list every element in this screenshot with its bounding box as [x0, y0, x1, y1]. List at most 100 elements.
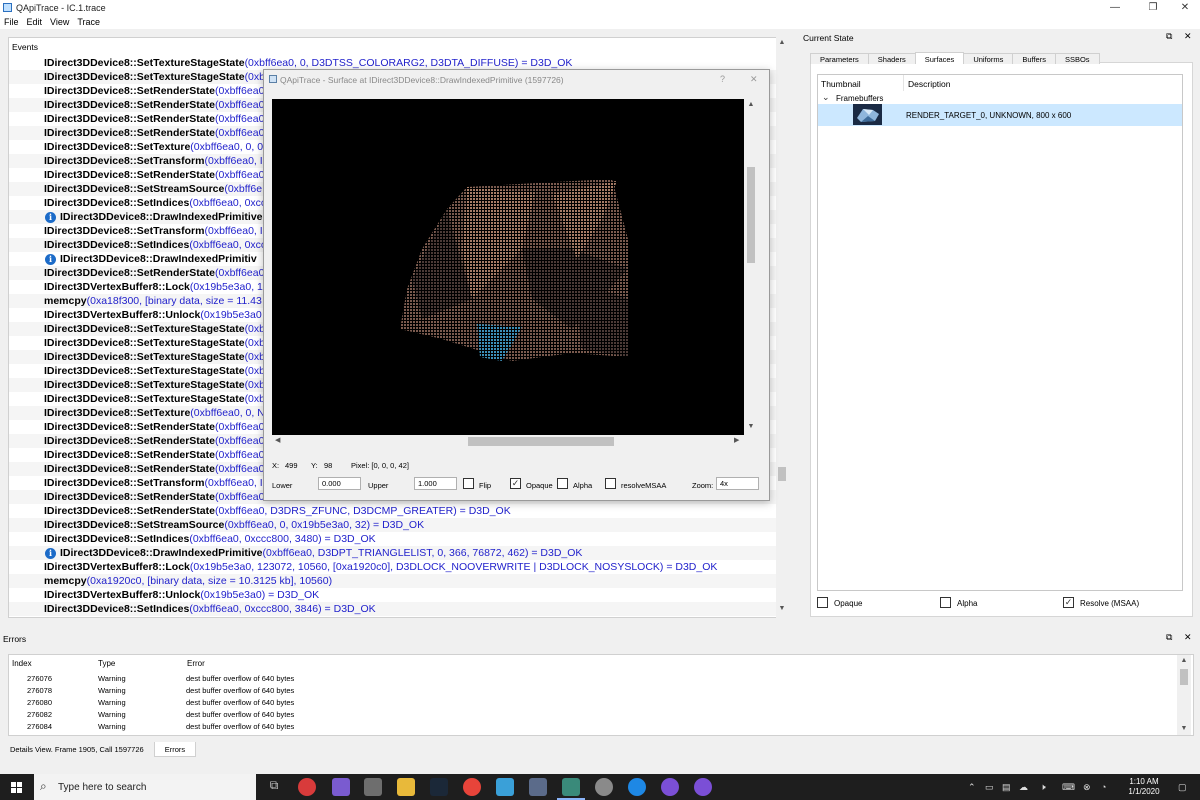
undock-icon[interactable]: ⧉: [1166, 31, 1172, 42]
event-row[interactable]: IDirect3DVertexBuffer8::Unlock(0x19b5e3a…: [9, 588, 779, 602]
tab-ssbos[interactable]: SSBOs: [1054, 53, 1100, 64]
events-scrollbar[interactable]: ▲ ▼: [776, 37, 788, 618]
resolvemsaa-checkbox[interactable]: [605, 478, 616, 489]
taskbar-app-7-icon[interactable]: [661, 778, 679, 796]
task-view-icon[interactable]: ⧉: [265, 778, 283, 796]
volume-icon[interactable]: 🕨: [1040, 782, 1046, 793]
errors-scroll-thumb[interactable]: [1180, 669, 1188, 685]
event-row[interactable]: memcpy(0xa1920c0, [binary data, size = 1…: [9, 574, 779, 588]
scroll-down-icon[interactable]: ▼: [776, 605, 788, 612]
dialog-alpha-checkbox[interactable]: [557, 478, 568, 489]
index-column-header[interactable]: Index: [12, 659, 32, 668]
event-row[interactable]: IDirect3DVertexBuffer8::Lock(0x19b5e3a0,…: [9, 560, 779, 574]
thumbnail-column-header[interactable]: Thumbnail: [821, 79, 861, 89]
alpha-checkbox[interactable]: [940, 597, 951, 608]
event-args: (0xbff6ea0, 0, 0: [190, 141, 264, 153]
surface-scroll-right-icon[interactable]: ▶: [734, 436, 739, 444]
errors-scroll-down-icon[interactable]: ▼: [1177, 725, 1191, 732]
taskbar-app-5-icon[interactable]: [529, 778, 547, 796]
surfaces-tree[interactable]: [817, 74, 1183, 591]
upper-spinbox[interactable]: 1.000: [414, 477, 457, 490]
taskbar-search[interactable]: ⌕ Type here to search: [34, 774, 256, 800]
zoom-spinbox[interactable]: 4x: [716, 477, 759, 490]
surface-scroll-down-icon[interactable]: ▼: [744, 423, 758, 430]
error-row[interactable]: 276080 Warning dest buffer overflow of 640…: [9, 697, 1179, 709]
tray-network-icon[interactable]: ▤: [1002, 782, 1011, 793]
scroll-up-icon[interactable]: ▲: [776, 39, 788, 46]
event-row[interactable]: i IDirect3DDevice8::DrawIndexedPrimitive(…: [9, 546, 779, 560]
dialog-close-icon[interactable]: ✕: [750, 74, 758, 85]
event-name: IDirect3DVertexBuffer8::Unlock: [44, 309, 201, 321]
taskbar-app-3-icon[interactable]: [364, 778, 382, 796]
event-row[interactable]: IDirect3DDevice8::SetIndices(0xbff6ea0, …: [9, 532, 779, 546]
surface-scroll-left-icon[interactable]: ◀: [275, 436, 280, 444]
tab-errors[interactable]: Errors: [153, 742, 197, 757]
event-name: IDirect3DDevice8::SetRenderState: [44, 113, 215, 125]
tray-app-icon[interactable]: ▭: [985, 782, 994, 793]
resolve-msaa-checkbox[interactable]: ✓: [1063, 597, 1074, 608]
restore-icon[interactable]: ❐: [1136, 0, 1170, 15]
flip-checkbox[interactable]: [463, 478, 474, 489]
onedrive-icon[interactable]: ☁: [1019, 782, 1028, 793]
taskbar-app-1-icon[interactable]: [298, 778, 316, 796]
file-explorer-icon[interactable]: [397, 778, 415, 796]
taskbar-app-2-icon[interactable]: [332, 778, 350, 796]
taskbar-app-6-icon[interactable]: [595, 778, 613, 796]
opaque-checkbox[interactable]: [817, 597, 828, 608]
menu-file[interactable]: File: [0, 15, 23, 29]
clock[interactable]: 1:10 AM 1/1/2020: [1120, 777, 1168, 797]
keyboard-icon[interactable]: ⌨: [1062, 782, 1075, 793]
error-row[interactable]: 276084 Warning dest buffer overflow of 640…: [9, 721, 1179, 733]
tab-parameters[interactable]: Parameters: [810, 53, 869, 64]
minimize-icon[interactable]: —: [1098, 0, 1132, 15]
dialog-opaque-checkbox[interactable]: ✓: [510, 478, 521, 489]
type-column-header[interactable]: Type: [98, 659, 115, 668]
event-row[interactable]: IDirect3DDevice8::SetStreamSource(0xbff6…: [9, 518, 779, 532]
event-row[interactable]: IDirect3DDevice8::SetTextureStageState(0…: [9, 56, 779, 70]
surface-image[interactable]: [272, 99, 744, 435]
tray-wifi-icon[interactable]: ◔: [1101, 782, 1106, 792]
panel-close-icon[interactable]: ✕: [1184, 31, 1192, 42]
chrome-icon[interactable]: [463, 778, 481, 796]
menu-view[interactable]: View: [46, 15, 73, 29]
framebuffers-group[interactable]: Framebuffers: [836, 94, 883, 103]
error-row[interactable]: 276082 Warning dest buffer overflow of 640…: [9, 709, 1179, 721]
notification-icon[interactable]: ▢: [1178, 782, 1187, 793]
error-row[interactable]: 276086 Warning dest buffer overflow of 640…: [9, 733, 1179, 735]
error-column-header[interactable]: Error: [187, 659, 205, 668]
taskbar-app-4-icon[interactable]: [496, 778, 514, 796]
tab-uniforms[interactable]: Uniforms: [963, 53, 1014, 64]
event-row[interactable]: IDirect3DDevice8::SetIndices(0xbff6ea0, …: [9, 602, 779, 616]
surface-hscrollbar[interactable]: ◀ ▶: [272, 435, 744, 448]
events-scroll-thumb[interactable]: [778, 467, 786, 481]
errors-undock-icon[interactable]: ⧉: [1166, 632, 1172, 643]
chevron-down-icon[interactable]: ⌄: [822, 92, 830, 103]
description-column-header[interactable]: Description: [908, 79, 951, 89]
tray-ime-icon[interactable]: ⊗: [1083, 782, 1091, 793]
error-row[interactable]: 276076 Warning dest buffer overflow of 640…: [9, 673, 1179, 685]
tray-chevron-icon[interactable]: ⌃: [968, 782, 976, 793]
qapitrace-icon[interactable]: [557, 778, 585, 800]
lower-spinbox[interactable]: 0.000: [318, 477, 361, 490]
menu-trace[interactable]: Trace: [73, 15, 104, 29]
tab-buffers[interactable]: Buffers: [1012, 53, 1056, 64]
menu-edit[interactable]: Edit: [23, 15, 47, 29]
close-icon[interactable]: ✕: [1168, 0, 1200, 15]
steam-icon[interactable]: [430, 778, 448, 796]
tab-details-view[interactable]: Details View. Frame 1905, Call 1597726: [0, 742, 154, 757]
surface-vscrollbar[interactable]: ▲ ▼: [744, 99, 758, 435]
taskbar-app-8-icon[interactable]: [694, 778, 712, 796]
surface-vscroll-thumb[interactable]: [747, 167, 755, 263]
tab-shaders[interactable]: Shaders: [867, 53, 916, 64]
errors-scrollbar[interactable]: ▲ ▼: [1177, 655, 1191, 735]
error-row[interactable]: 276078 Warning dest buffer overflow of 640…: [9, 685, 1179, 697]
event-row[interactable]: IDirect3DDevice8::SetRenderState(0xbff6e…: [9, 504, 779, 518]
surface-hscroll-thumb[interactable]: [468, 437, 614, 446]
help-icon[interactable]: ?: [720, 74, 725, 84]
errors-close-icon[interactable]: ✕: [1184, 632, 1192, 643]
windows-start-icon[interactable]: [0, 774, 34, 800]
edge-icon[interactable]: [628, 778, 646, 796]
surface-scroll-up-icon[interactable]: ▲: [744, 101, 758, 108]
tab-surfaces[interactable]: Surfaces: [914, 52, 965, 64]
errors-scroll-up-icon[interactable]: ▲: [1177, 657, 1191, 664]
